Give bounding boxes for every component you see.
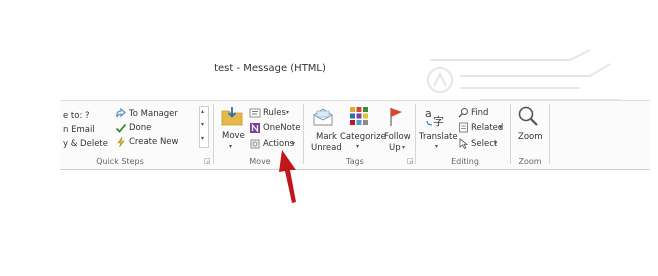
find-icon [458,108,468,118]
follow-up-label-line1[interactable]: Follow [384,132,411,142]
select-cursor-icon [459,138,469,149]
quick-steps-scrollbar[interactable]: ▴ ▾ ▾ [199,106,209,148]
rules-button[interactable]: Rules [263,108,286,118]
zoom-button[interactable]: Zoom [518,132,543,142]
to-manager-icon [116,108,126,118]
follow-up-dropdown-caret[interactable]: ▾ [402,144,405,151]
mark-unread-label-line2[interactable]: Unread [311,143,342,153]
flag-icon [390,108,402,126]
separator [415,104,416,164]
categorize-button[interactable]: Categorize [340,132,386,142]
mark-unread-icon [313,108,333,126]
circuit-watermark [427,49,620,101]
translate-icon: a 字 [425,107,444,127]
quick-steps-group-label: Quick Steps [96,157,144,166]
separator [510,104,511,164]
actions-dropdown-caret[interactable]: ▾ [292,140,295,147]
related-icon [459,122,468,133]
rules-icon [249,108,261,118]
checkmark-icon [115,123,127,133]
onenote-button[interactable]: OneNote [263,123,300,133]
quick-step-create-new[interactable]: Create New [129,137,179,147]
onenote-icon [250,123,260,133]
mark-unread-label-line1[interactable]: Mark [316,132,337,142]
translate-button[interactable]: Translate [419,132,458,142]
separator [213,104,214,164]
lightning-icon [117,136,125,148]
find-button[interactable]: Find [471,108,488,118]
rules-dropdown-caret[interactable]: ▾ [286,109,289,116]
quick-step-done[interactable]: Done [129,123,151,133]
related-dropdown-caret[interactable]: ▾ [499,124,502,131]
editing-group-label: Editing [451,157,479,166]
zoom-group-label: Zoom [518,157,542,166]
categorize-dropdown-caret[interactable]: ▾ [356,143,359,150]
separator [549,104,550,164]
red-pointer-arrow [279,150,296,203]
svg-text:字: 字 [433,114,444,127]
svg-text:a: a [425,107,432,120]
tags-group-label: Tags [346,157,364,166]
quick-step-reply-delete[interactable]: y & Delete [63,139,108,149]
quick-steps-dialog-launcher[interactable]: ◲ [204,157,211,165]
zoom-magnifier-icon [518,106,538,126]
move-folder-icon [221,107,243,126]
select-dropdown-caret[interactable]: ▾ [494,140,497,147]
quick-step-to-manager[interactable]: To Manager [129,109,178,119]
quick-step-team-email[interactable]: n Email [63,125,95,135]
translate-dropdown-caret[interactable]: ▾ [435,143,438,150]
move-dropdown-caret[interactable]: ▾ [229,143,232,150]
move-button[interactable]: Move [222,131,245,141]
follow-up-label-line2[interactable]: Up [389,143,401,153]
categorize-icon [350,107,368,125]
tags-dialog-launcher[interactable]: ◲ [407,157,414,165]
quick-step-reply-to[interactable]: e to: ? [63,111,90,121]
actions-icon [250,139,260,149]
